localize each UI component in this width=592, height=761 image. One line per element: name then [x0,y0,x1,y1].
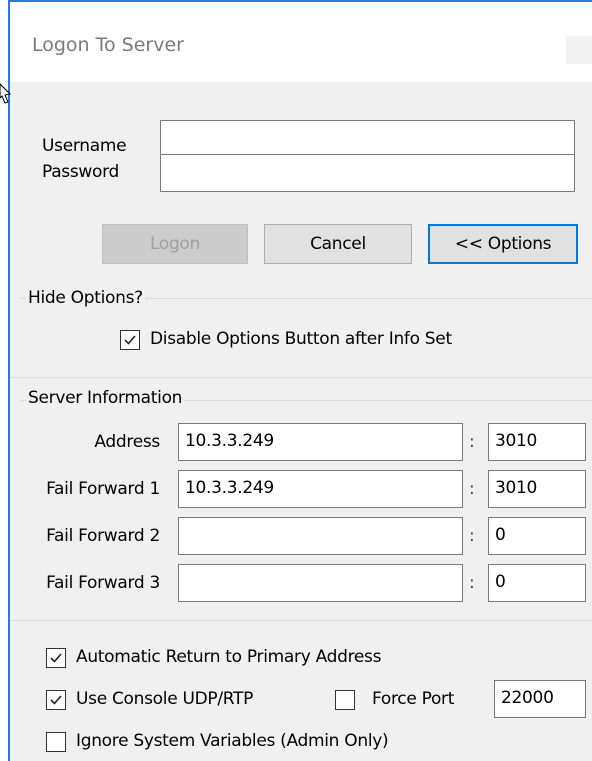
auto-return-label: Automatic Return to Primary Address [76,647,382,667]
window-title: Logon To Server [32,34,184,56]
options-button[interactable]: << Options [428,224,578,264]
close-button[interactable] [566,36,592,64]
force-port-checkbox[interactable] [335,690,355,710]
address-colon: : [469,432,475,452]
bottom-divider [10,620,592,621]
password-input[interactable] [160,154,575,192]
title-bar[interactable]: Logon To Server [10,2,592,82]
group-divider [10,377,592,378]
use-console-label: Use Console UDP/RTP [76,689,254,709]
disable-options-label: Disable Options Button after Info Set [150,329,452,349]
use-console-checkbox[interactable] [46,690,66,710]
checkmark-icon [50,695,62,705]
fail-forward-1-colon: : [469,479,475,499]
username-label: Username [42,136,127,156]
disable-options-checkbox[interactable] [120,330,140,350]
checkmark-icon [124,335,136,345]
fail-forward-2-port-input[interactable]: 0 [488,517,586,555]
checkmark-icon [50,653,62,663]
fail-forward-1-host-input[interactable]: 10.3.3.249 [178,470,463,508]
auto-return-checkbox[interactable] [46,648,66,668]
cancel-button[interactable]: Cancel [264,224,412,264]
hide-options-legend: Hide Options? [26,288,145,308]
server-info-legend: Server Information [26,388,185,408]
force-port-input[interactable]: 22000 [494,680,586,718]
mouse-cursor-icon [0,83,12,104]
address-port-input[interactable]: 3010 [488,423,586,461]
logon-dialog: Logon To Server Username Password Logon … [8,0,592,761]
fail-forward-1-port-input[interactable]: 3010 [488,470,586,508]
fail-forward-3-label: Fail Forward 3 [46,573,160,593]
fail-forward-2-host-input[interactable] [178,517,463,555]
fail-forward-1-label: Fail Forward 1 [46,479,160,499]
fail-forward-3-port-input[interactable]: 0 [488,564,586,602]
address-label: Address [94,432,160,452]
logon-button[interactable]: Logon [102,224,248,264]
ignore-vars-checkbox[interactable] [46,732,66,752]
password-label: Password [42,162,120,182]
fail-forward-2-label: Fail Forward 2 [46,526,160,546]
username-input[interactable] [160,120,575,158]
ignore-vars-label: Ignore System Variables (Admin Only) [76,731,389,751]
force-port-label: Force Port [372,689,455,709]
fail-forward-2-colon: : [469,526,475,546]
address-host-input[interactable]: 10.3.3.249 [178,423,463,461]
fail-forward-3-colon: : [469,573,475,593]
fail-forward-3-host-input[interactable] [178,564,463,602]
